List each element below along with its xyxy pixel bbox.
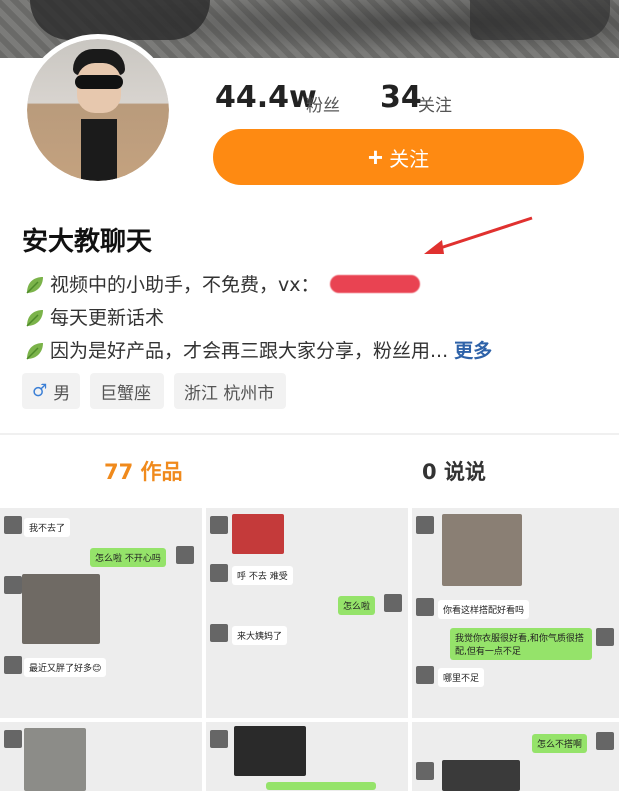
chat-bubble: 哪里不足	[438, 668, 485, 687]
bio-line-2: 每天更新话术	[24, 303, 164, 330]
chat-avatar	[416, 666, 434, 684]
says-count: 0	[422, 460, 437, 484]
post-thumbnail[interactable]: 我不去了 怎么啦 不开心吗 最近又胖了好多😊	[0, 508, 202, 718]
bio-text-3: 因为是好产品，才会再三跟大家分享，粉丝用...	[50, 340, 449, 362]
zodiac-tag: 巨蟹座	[90, 373, 164, 409]
works-count: 77	[104, 460, 134, 484]
bio-line-1: 视频中的小助手，不免费，vx：	[24, 270, 420, 297]
avatar-photo	[27, 39, 169, 181]
fans-label[interactable]: 粉丝	[306, 91, 340, 116]
avatar[interactable]	[22, 34, 174, 186]
bio-line-3: 因为是好产品，才会再三跟大家分享，粉丝用... 更多	[24, 336, 492, 363]
chat-avatar	[4, 656, 22, 674]
following-label[interactable]: 关注	[418, 91, 452, 116]
bio-text-2: 每天更新话术	[50, 307, 165, 329]
chat-avatar	[4, 730, 22, 748]
post-thumbnail[interactable]: 怎么不搭啊	[412, 722, 619, 791]
chat-avatar	[210, 564, 228, 582]
leaf-icon	[24, 274, 44, 294]
says-label: 说说	[443, 460, 486, 484]
chat-avatar	[416, 762, 434, 780]
leaf-icon	[24, 340, 44, 360]
cover-figure	[30, 0, 210, 40]
chat-avatar	[210, 730, 228, 748]
chat-bubble: 我不去了	[24, 518, 71, 537]
chat-photo	[24, 728, 86, 791]
chat-avatar	[596, 732, 614, 750]
following-count[interactable]: 34	[380, 80, 422, 115]
chat-bubble: 怎么啦 不开心吗	[90, 548, 166, 567]
divider	[0, 433, 619, 435]
post-thumbnail[interactable]: 呼 不去 难受 怎么啦 来大姨妈了	[206, 508, 408, 718]
profile-name: 安大教聊天	[22, 227, 153, 257]
male-icon: ♂	[32, 381, 48, 401]
more-link[interactable]: 更多	[454, 336, 492, 363]
cover-shoes	[470, 0, 610, 40]
chat-avatar	[384, 594, 402, 612]
posts-grid: 我不去了 怎么啦 不开心吗 最近又胖了好多😊 呼 不去 难受 怎么啦 来大姨妈了…	[0, 508, 619, 791]
chat-avatar	[210, 624, 228, 642]
chat-photo	[22, 574, 100, 644]
location-tag: 浙江 杭州市	[174, 373, 286, 409]
chat-avatar	[416, 516, 434, 534]
post-thumbnail[interactable]: 你看这样搭配好看吗 我觉你衣服很好看,和你气质很搭配,但有一点不足 哪里不足	[412, 508, 619, 718]
post-thumbnail[interactable]	[0, 722, 202, 791]
chat-avatar	[596, 628, 614, 646]
post-thumbnail[interactable]	[206, 722, 408, 791]
chat-photo	[442, 760, 520, 791]
chat-bubble	[266, 782, 376, 790]
chat-photo	[442, 514, 522, 586]
follow-button-label: 关注	[389, 148, 430, 171]
avatar-glasses	[75, 75, 123, 89]
redacted-contact	[329, 274, 420, 293]
chat-bubble: 来大姨妈了	[232, 626, 288, 645]
chat-photo	[232, 514, 284, 554]
chat-avatar	[176, 546, 194, 564]
gender-label: 男	[53, 383, 71, 404]
tab-works[interactable]: 77 作品	[104, 456, 183, 486]
chat-avatar	[210, 516, 228, 534]
chat-bubble: 呼 不去 难受	[232, 566, 293, 585]
chat-bubble: 最近又胖了好多😊	[24, 658, 107, 677]
fans-count[interactable]: 44.4w	[215, 80, 317, 115]
chat-bubble: 我觉你衣服很好看,和你气质很搭配,但有一点不足	[450, 628, 592, 660]
tab-says[interactable]: 0 说说	[422, 456, 486, 486]
gender-tag: ♂ 男	[22, 373, 80, 409]
chat-bubble: 怎么啦	[338, 596, 376, 615]
follow-button[interactable]: + 关注	[213, 129, 584, 185]
red-arrow-annotation	[424, 216, 533, 254]
chat-avatar	[4, 516, 22, 534]
bio-text-1: 视频中的小助手，不免费，vx：	[50, 274, 320, 296]
chat-photo	[234, 726, 306, 776]
leaf-icon	[24, 307, 44, 327]
chat-bubble: 怎么不搭啊	[532, 734, 588, 753]
avatar-shirt	[81, 119, 117, 181]
chat-avatar	[4, 576, 22, 594]
plus-icon: +	[367, 142, 384, 172]
works-label: 作品	[140, 460, 183, 484]
chat-bubble: 你看这样搭配好看吗	[438, 600, 530, 619]
chat-avatar	[416, 598, 434, 616]
